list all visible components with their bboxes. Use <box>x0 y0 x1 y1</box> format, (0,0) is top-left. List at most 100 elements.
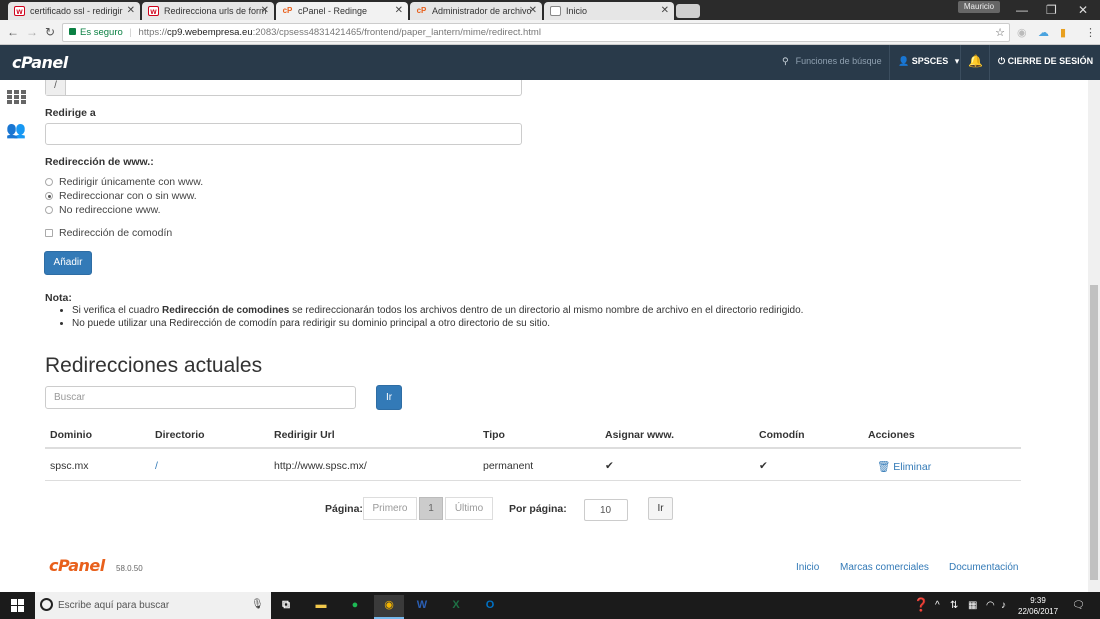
per-page-label: Por página: <box>509 503 567 515</box>
close-icon[interactable]: ✕ <box>661 5 669 16</box>
browser-tab[interactable]: w Redirecciona urls de form ✕ <box>142 2 274 20</box>
clock-time: 9:39 <box>1030 596 1046 605</box>
browser-tab-strip: w certificado ssl - redirigir ✕ w Redire… <box>0 0 1100 20</box>
radio-option-www-only[interactable]: Redirigir únicamente con www. <box>45 176 203 188</box>
profile-badge[interactable]: Mauricio <box>958 1 1000 13</box>
help-icon[interactable]: ❓ <box>913 597 929 613</box>
close-window-icon[interactable]: ✕ <box>1078 3 1088 17</box>
users-icon[interactable]: 👥 <box>6 120 26 140</box>
file-explorer-icon[interactable]: ▬ <box>306 595 336 619</box>
per-page-go-button[interactable]: Ir <box>648 497 673 520</box>
word-icon[interactable]: W <box>407 595 437 619</box>
back-icon[interactable]: ← <box>7 25 19 39</box>
footer-link-docs[interactable]: Documentación <box>949 562 1018 573</box>
page-icon <box>550 6 561 16</box>
wifi-icon[interactable]: ◠ <box>986 600 995 611</box>
www-redirect-label: Redirección de www.: <box>45 156 154 168</box>
per-page-input[interactable]: 10 <box>584 499 628 521</box>
excel-icon[interactable]: X <box>441 595 471 619</box>
note-item: Si verifica el cuadro Redirección de com… <box>72 304 803 317</box>
radio-button[interactable] <box>45 206 53 214</box>
radio-option-no-www[interactable]: No redireccione www. <box>45 204 161 216</box>
wildcard-checkbox-row[interactable]: Redirección de comodín <box>45 227 172 239</box>
close-icon[interactable]: ✕ <box>127 5 135 16</box>
extension-icon[interactable]: ◉ <box>1017 26 1027 39</box>
redirect-to-input[interactable] <box>45 123 522 145</box>
feature-search[interactable]: ⚲ Funciones de búsque <box>782 56 882 67</box>
chevron-up-icon[interactable]: ^ <box>935 600 940 611</box>
column-header[interactable]: Asignar www. <box>605 429 674 441</box>
restore-icon[interactable]: ❐ <box>1046 3 1057 17</box>
task-view-icon[interactable]: ⧉ <box>271 595 301 619</box>
column-header[interactable]: Comodín <box>759 429 805 441</box>
star-icon[interactable]: ☆ <box>995 26 1005 39</box>
close-icon[interactable]: ✕ <box>395 5 403 16</box>
network-icon[interactable]: ⇅ <box>950 600 958 611</box>
footer-link-trademarks[interactable]: Marcas comerciales <box>840 562 929 573</box>
footer-logo[interactable]: cPanel <box>49 556 105 575</box>
minimize-icon[interactable]: — <box>1016 3 1028 17</box>
grid-icon[interactable] <box>7 90 26 105</box>
logout-button[interactable]: ⏻ CIERRE DE SESIÓN <box>998 56 1093 67</box>
cloud-icon[interactable]: ☁ <box>1038 26 1049 39</box>
volume-icon[interactable]: ♪ <box>1001 600 1006 611</box>
close-icon[interactable]: ✕ <box>529 5 537 16</box>
search-input[interactable]: Buscar <box>45 386 356 409</box>
scroll-thumb[interactable] <box>1090 285 1098 580</box>
secure-label: Es seguro <box>80 27 123 38</box>
windows-start-icon[interactable] <box>11 599 24 612</box>
first-page-button[interactable]: Primero <box>363 497 417 520</box>
directory-input[interactable]: / <box>45 80 522 96</box>
radio-button[interactable] <box>45 178 53 186</box>
user-menu[interactable]: 👤 SPSCES ▾ <box>898 56 959 67</box>
keyboard-icon[interactable]: ▦ <box>968 600 977 611</box>
current-page-button[interactable]: 1 <box>419 497 443 520</box>
cortana-icon <box>40 598 53 611</box>
browser-tab[interactable]: cP Administrador de archivo ✕ <box>410 2 542 20</box>
column-header[interactable]: Redirigir Url <box>274 429 335 441</box>
wildcard-checkbox[interactable] <box>45 229 53 237</box>
column-header[interactable]: Directorio <box>155 429 205 441</box>
notifications-icon[interactable]: 🗨 <box>1072 600 1085 611</box>
radio-option-with-or-without-www[interactable]: Redireccionar con o sin www. <box>45 190 197 202</box>
column-header[interactable]: Tipo <box>483 429 505 441</box>
footer-link-home[interactable]: Inicio <box>796 562 819 573</box>
outlook-icon[interactable]: O <box>475 595 505 619</box>
header-divider <box>889 45 890 80</box>
check-icon: ✔ <box>605 460 614 472</box>
chrome-icon[interactable]: ◉ <box>374 595 404 619</box>
row-divider <box>45 480 1021 481</box>
section-title: Redirecciones actuales <box>45 354 263 377</box>
delete-link[interactable]: 🗑 Eliminar <box>877 460 931 473</box>
bell-icon[interactable]: 🔔 <box>968 54 983 68</box>
note-bold: Redirección de comodines <box>162 305 290 316</box>
scrollbar[interactable] <box>1088 80 1100 592</box>
last-page-button[interactable]: Último <box>445 497 493 520</box>
cell-domain: spsc.mx <box>50 460 89 472</box>
search-go-button[interactable]: Ir <box>376 385 402 410</box>
clock[interactable]: 9:39 22/06/2017 <box>1018 595 1058 617</box>
add-button[interactable]: Añadir <box>44 251 92 275</box>
tab-title: certificado ssl - redirigir <box>30 6 123 16</box>
url-input[interactable]: Es seguro | https://cp9.webempresa.eu:20… <box>62 23 1010 42</box>
spotify-icon[interactable]: ● <box>340 595 370 619</box>
radio-button[interactable] <box>45 192 53 200</box>
new-tab-button[interactable] <box>676 4 700 18</box>
menu-icon[interactable]: ⋮ <box>1085 26 1096 39</box>
w-icon: w <box>148 6 159 16</box>
browser-tab[interactable]: Inicio ✕ <box>544 2 674 20</box>
reload-icon[interactable]: ↻ <box>45 25 55 39</box>
cell-directory-link[interactable]: / <box>155 460 158 472</box>
cpanel-logo[interactable]: cPanel <box>12 53 68 72</box>
browser-tab[interactable]: w certificado ssl - redirigir ✕ <box>8 2 140 20</box>
microphone-icon[interactable]: 🎙 <box>251 599 264 610</box>
close-icon[interactable]: ✕ <box>261 5 269 16</box>
taskbar-search[interactable]: Escribe aquí para buscar 🎙 <box>35 592 271 619</box>
extension-icon[interactable]: ▮ <box>1060 26 1066 39</box>
forward-icon[interactable]: → <box>26 25 38 39</box>
browser-tab-active[interactable]: cP cPanel - Redinge ✕ <box>276 2 408 20</box>
note-item: No puede utilizar una Redirección de com… <box>72 317 803 330</box>
radio-label: No redireccione www. <box>59 204 161 216</box>
search-placeholder: Buscar <box>54 392 86 403</box>
column-header[interactable]: Dominio <box>50 429 92 441</box>
